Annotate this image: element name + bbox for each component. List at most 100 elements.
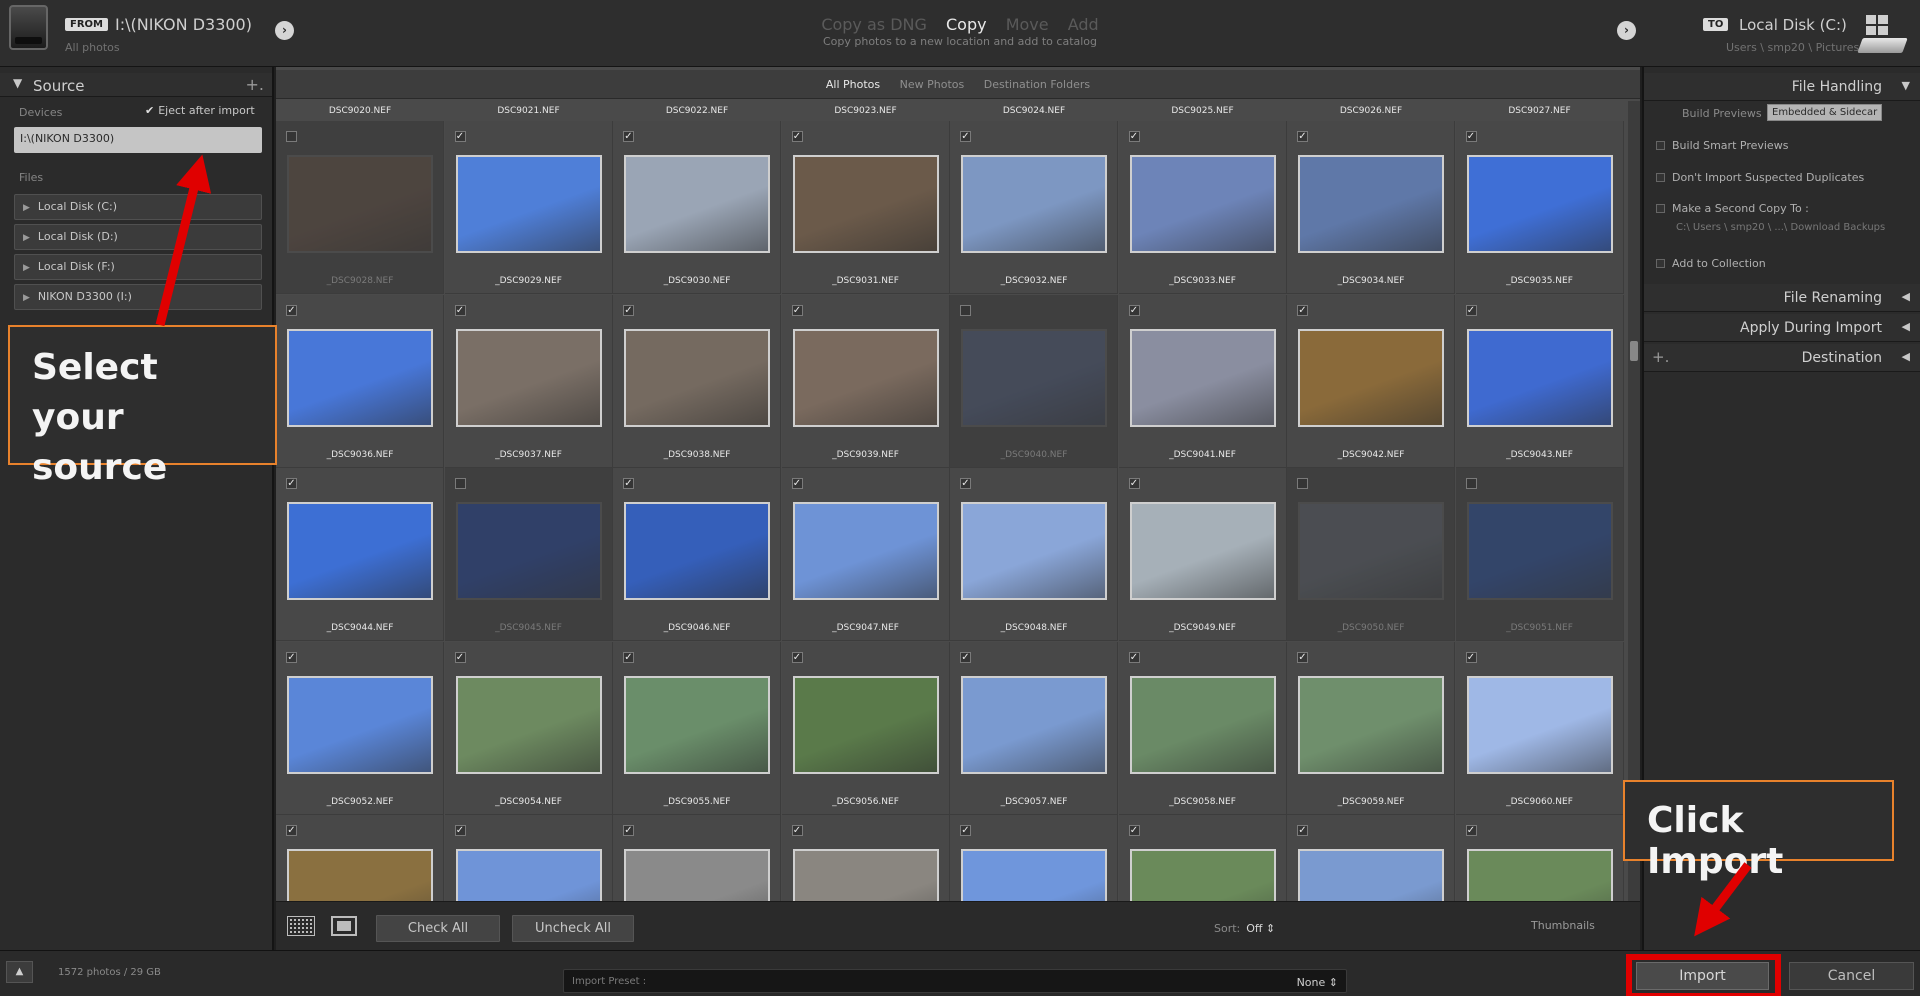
photo-checkbox[interactable]: ✓ (1465, 651, 1477, 663)
photo-checkbox[interactable] (1465, 478, 1477, 489)
add-to-collection-checkbox[interactable]: Add to Collection (1656, 257, 1766, 270)
photo-cell[interactable]: ✓ _DSC9060.NEF (1455, 641, 1624, 815)
photo-cell[interactable]: ✓ _DSC9049.NEF (1118, 468, 1287, 641)
photo-thumbnail[interactable] (1298, 328, 1444, 427)
mode-copy[interactable]: Copy (946, 15, 987, 34)
photo-thumbnail[interactable] (1466, 155, 1613, 253)
photo-checkbox[interactable]: ✓ (623, 478, 634, 489)
photo-thumbnail[interactable] (1466, 328, 1613, 427)
selected-device[interactable]: I:\(NIKON D3300) (14, 127, 262, 153)
photo-checkbox[interactable]: ✓ (1465, 304, 1477, 316)
photo-checkbox[interactable]: ✓ (454, 131, 466, 142)
photo-thumbnail[interactable] (1129, 849, 1276, 901)
photo-cell[interactable]: ✓ _DSC9052.NEF (276, 641, 444, 815)
loupe-view-icon[interactable] (331, 916, 357, 936)
photo-thumbnail[interactable] (792, 849, 939, 901)
photo-cell[interactable]: ✓ (613, 815, 781, 901)
photo-thumbnail[interactable] (1298, 849, 1444, 901)
photo-cell[interactable]: ✓ _DSC9044.NEF (276, 468, 444, 641)
photo-cell[interactable]: _DSC9045.NEF (444, 468, 613, 641)
photo-checkbox[interactable]: ✓ (1297, 825, 1308, 836)
photo-checkbox[interactable]: ✓ (1465, 825, 1477, 836)
photo-thumbnail[interactable] (1129, 155, 1276, 253)
photo-cell[interactable]: _DSC9040.NEF (950, 294, 1118, 468)
photo-cell[interactable]: ✓ _DSC9038.NEF (613, 294, 781, 468)
photo-cell[interactable]: ✓ _DSC9056.NEF (781, 641, 950, 815)
photo-checkbox[interactable]: ✓ (960, 131, 971, 142)
photo-thumbnail[interactable] (455, 502, 602, 600)
photo-cell[interactable]: ✓ _DSC9031.NEF (781, 121, 950, 294)
second-copy-checkbox[interactable]: Make a Second Copy To : (1656, 202, 1809, 215)
file-source-local-disk-d[interactable]: ▶ Local Disk (D:) (14, 224, 262, 250)
photo-cell[interactable]: ✓ _DSC9042.NEF (1287, 294, 1455, 468)
photo-checkbox[interactable]: ✓ (623, 825, 634, 836)
tab-destination-folders[interactable]: Destination Folders (984, 78, 1090, 91)
photo-cell[interactable]: ✓ (444, 815, 613, 901)
photo-checkbox[interactable]: ✓ (454, 304, 466, 316)
photo-checkbox[interactable]: ✓ (960, 478, 971, 489)
photo-cell[interactable]: ✓ (950, 815, 1118, 901)
photo-thumbnail[interactable] (1298, 502, 1444, 600)
photo-checkbox[interactable]: ✓ (623, 304, 634, 316)
photo-thumbnail[interactable] (1298, 155, 1444, 253)
photo-checkbox[interactable]: ✓ (286, 304, 297, 316)
photo-checkbox[interactable]: ✓ (286, 651, 297, 663)
scrollbar-thumb[interactable] (1630, 341, 1638, 361)
photo-checkbox[interactable]: ✓ (1128, 304, 1140, 316)
photo-thumbnail[interactable] (455, 675, 602, 774)
photo-thumbnail[interactable] (1466, 502, 1613, 600)
photo-checkbox[interactable]: ✓ (1297, 131, 1308, 142)
photo-cell[interactable]: ✓ (1118, 815, 1287, 901)
eject-after-import-checkbox[interactable]: ✔ Eject after import (145, 104, 255, 117)
photo-thumbnail[interactable] (792, 502, 939, 600)
photo-thumbnail[interactable] (287, 328, 433, 427)
photo-checkbox[interactable]: ✓ (1128, 825, 1140, 836)
photo-checkbox[interactable] (960, 304, 971, 316)
sort-value[interactable]: Off ⇕ (1246, 922, 1275, 935)
file-renaming-header[interactable]: File Renaming ◀ (1644, 284, 1920, 312)
dont-import-duplicates-checkbox[interactable]: Don't Import Suspected Duplicates (1656, 171, 1864, 184)
photo-checkbox[interactable]: ✓ (623, 651, 634, 663)
photo-cell[interactable]: ✓ _DSC9041.NEF (1118, 294, 1287, 468)
destination-header[interactable]: +. Destination ◀ (1644, 344, 1920, 372)
photo-thumbnail[interactable] (961, 502, 1107, 600)
photo-thumbnail[interactable] (961, 328, 1107, 427)
photo-thumbnail[interactable] (792, 328, 939, 427)
photo-checkbox[interactable]: ✓ (791, 825, 803, 836)
photo-thumbnail[interactable] (287, 502, 433, 600)
photo-checkbox[interactable]: ✓ (454, 825, 466, 836)
photo-cell[interactable]: ✓ _DSC9047.NEF (781, 468, 950, 641)
photo-thumbnail[interactable] (792, 675, 939, 774)
photo-checkbox[interactable]: ✓ (454, 651, 466, 663)
cancel-button[interactable]: Cancel (1789, 962, 1914, 990)
destination-path[interactable]: Local Disk (C:) (1739, 16, 1847, 34)
file-source-local-disk-f[interactable]: ▶ Local Disk (F:) (14, 254, 262, 280)
photo-cell[interactable]: _DSC9028.NEF (276, 121, 444, 294)
import-preset-value[interactable]: None ⇕ (1297, 976, 1338, 989)
photo-thumbnail[interactable] (624, 155, 770, 253)
photo-checkbox[interactable]: ✓ (791, 478, 803, 489)
photo-thumbnail[interactable] (961, 155, 1107, 253)
import-preset-select[interactable]: Import Preset : None ⇕ (563, 969, 1347, 993)
photo-cell[interactable]: ✓ _DSC9035.NEF (1455, 121, 1624, 294)
photo-thumbnail[interactable] (455, 155, 602, 253)
photo-cell[interactable]: ✓ _DSC9030.NEF (613, 121, 781, 294)
photo-thumbnail[interactable] (624, 502, 770, 600)
photo-cell[interactable]: ✓ _DSC9039.NEF (781, 294, 950, 468)
photo-checkbox[interactable]: ✓ (960, 825, 971, 836)
photo-cell[interactable]: ✓ _DSC9043.NEF (1455, 294, 1624, 468)
photo-checkbox[interactable]: ✓ (1297, 304, 1308, 316)
photo-thumbnail[interactable] (287, 849, 433, 901)
file-handling-header[interactable]: File Handling ▼ (1644, 73, 1920, 101)
apply-during-import-header[interactable]: Apply During Import ◀ (1644, 314, 1920, 342)
photo-thumbnail[interactable] (1129, 328, 1276, 427)
photo-thumbnail[interactable] (1298, 675, 1444, 774)
photo-cell[interactable]: ✓ _DSC9054.NEF (444, 641, 613, 815)
photo-cell[interactable]: ✓ _DSC9058.NEF (1118, 641, 1287, 815)
photo-checkbox[interactable]: ✓ (286, 478, 297, 489)
photo-cell[interactable]: _DSC9050.NEF (1287, 468, 1455, 641)
photo-cell[interactable]: _DSC9051.NEF (1455, 468, 1624, 641)
photo-checkbox[interactable] (1297, 478, 1308, 489)
photo-cell[interactable]: ✓ (276, 815, 444, 901)
photo-checkbox[interactable]: ✓ (1128, 131, 1140, 142)
